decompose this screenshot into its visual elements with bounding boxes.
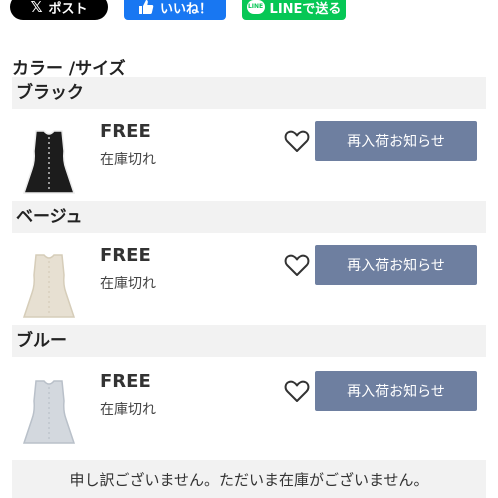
color-header-black: ブラック bbox=[12, 77, 486, 109]
heart-icon[interactable] bbox=[284, 253, 310, 277]
restock-notify-button[interactable]: 再入荷お知らせ bbox=[315, 121, 477, 161]
stock-status: 在庫切れ bbox=[100, 402, 156, 418]
size-label: FREE bbox=[100, 245, 151, 266]
restock-notify-button[interactable]: 再入荷お知らせ bbox=[315, 245, 477, 285]
thumbs-up-icon bbox=[138, 0, 154, 14]
size-label: FREE bbox=[100, 371, 151, 392]
product-thumbnail bbox=[22, 380, 76, 444]
size-label: FREE bbox=[100, 121, 151, 142]
x-post-button[interactable]: 𝕏 ポスト bbox=[10, 0, 108, 20]
color-header-beige: ベージュ bbox=[12, 201, 486, 233]
facebook-like-button[interactable]: いいね！ bbox=[124, 0, 226, 20]
product-thumbnail bbox=[22, 254, 76, 318]
line-share-button[interactable]: LINE LINEで送る bbox=[242, 0, 346, 20]
x-post-label: ポスト bbox=[48, 1, 88, 17]
variant-row-black: FREE 在庫切れ 再入荷お知らせ bbox=[12, 121, 486, 209]
variant-row-beige: FREE 在庫切れ 再入荷お知らせ bbox=[12, 245, 486, 333]
heart-icon[interactable] bbox=[284, 379, 310, 403]
heart-icon[interactable] bbox=[284, 129, 310, 153]
share-bar: 𝕏 ポスト いいね！ LINE LINEで送る bbox=[0, 0, 498, 22]
out-of-stock-notice: 申し訳ございません。ただいま在庫がございません。 bbox=[12, 460, 486, 498]
color-header-blue: ブルー bbox=[12, 325, 486, 357]
stock-status: 在庫切れ bbox=[100, 276, 156, 292]
line-logo-icon: LINE bbox=[246, 0, 265, 14]
variant-row-blue: FREE 在庫切れ 再入荷お知らせ bbox=[12, 371, 486, 459]
facebook-like-label: いいね！ bbox=[159, 1, 212, 17]
x-logo-icon: 𝕏 bbox=[30, 0, 43, 16]
restock-notify-button[interactable]: 再入荷お知らせ bbox=[315, 371, 477, 411]
stock-status: 在庫切れ bbox=[100, 152, 156, 168]
product-thumbnail bbox=[22, 130, 76, 194]
line-share-label: LINEで送る bbox=[269, 1, 342, 17]
section-title: カラー /サイズ bbox=[12, 59, 126, 79]
